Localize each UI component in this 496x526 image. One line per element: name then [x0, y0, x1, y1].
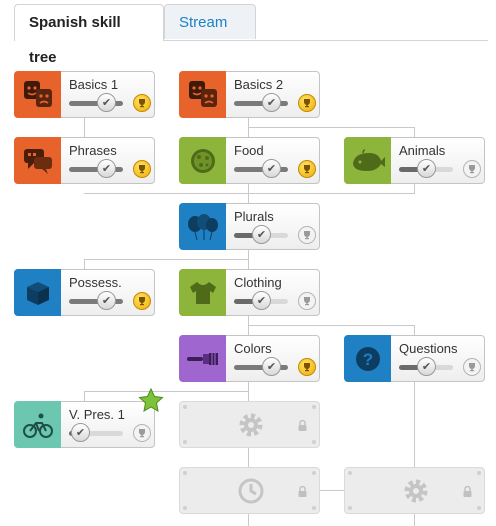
- checkmark-icon: ✔: [262, 159, 281, 178]
- gear-icon: [404, 479, 428, 503]
- comedy-tragedy-masks-icon: [179, 71, 226, 118]
- skill-basics-1[interactable]: Basics 1 ✔: [14, 71, 155, 118]
- locked-skill[interactable]: [344, 467, 485, 514]
- lock-icon: [298, 420, 307, 431]
- skill-plurals[interactable]: Plurals ✔: [179, 203, 320, 250]
- checkmark-icon: ✔: [252, 225, 271, 244]
- skill-basics-2[interactable]: Basics 2 ✔: [179, 71, 320, 118]
- skill-label: Questions: [399, 341, 458, 356]
- pizza-icon: [179, 137, 226, 184]
- skill-label: Possess.: [69, 275, 122, 290]
- checkmark-icon: ✔: [262, 93, 281, 112]
- checkmark-icon: ✔: [97, 291, 116, 310]
- skill-label: Basics 1: [69, 77, 119, 92]
- skill-v-pres-1[interactable]: V. Pres. 1 ✔: [14, 401, 155, 448]
- skill-label: V. Pres. 1: [69, 407, 125, 422]
- trophy-icon: [298, 358, 316, 376]
- checkmark-icon: ✔: [262, 357, 281, 376]
- locked-skill[interactable]: [179, 467, 320, 514]
- cyclist-icon: [14, 401, 61, 448]
- tab-spanish-skill-tree[interactable]: Spanish skill tree: [14, 4, 164, 66]
- paintbrush-icon: [179, 335, 226, 382]
- comedy-tragedy-masks-icon: [14, 71, 61, 118]
- trophy-icon: [298, 292, 316, 310]
- speech-bubbles-icon: [14, 137, 61, 184]
- skill-label: Clothing: [234, 275, 282, 290]
- checkmark-icon: ✔: [97, 93, 116, 112]
- skill-questions[interactable]: ? Questions ✔: [344, 335, 485, 382]
- checkmark-icon: ✔: [97, 159, 116, 178]
- skill-colors[interactable]: Colors ✔: [179, 335, 320, 382]
- skill-label: Colors: [234, 341, 272, 356]
- locked-skill[interactable]: [179, 401, 320, 448]
- shirt-icon: [179, 269, 226, 316]
- whale-icon: [344, 137, 391, 184]
- trophy-icon: [298, 160, 316, 178]
- question-mark-icon: ?: [344, 335, 391, 382]
- skill-label: Phrases: [69, 143, 117, 158]
- skill-label: Plurals: [234, 209, 274, 224]
- skill-label: Animals: [399, 143, 446, 158]
- clock-icon: [238, 478, 264, 504]
- svg-text:?: ?: [362, 350, 372, 369]
- box-icon: [14, 269, 61, 316]
- gear-icon: [239, 413, 263, 437]
- trophy-icon: [298, 94, 316, 112]
- skill-label: Basics 2: [234, 77, 284, 92]
- trophy-icon: [133, 424, 151, 442]
- trophy-icon: [133, 160, 151, 178]
- trophy-icon: [298, 226, 316, 244]
- checkmark-icon: ✔: [252, 291, 271, 310]
- trophy-icon: [463, 160, 481, 178]
- checkmark-icon: ✔: [417, 357, 436, 376]
- lock-icon: [463, 486, 472, 497]
- star-icon: [138, 388, 164, 412]
- tab-stream[interactable]: Stream: [164, 4, 256, 39]
- trophy-icon: [133, 292, 151, 310]
- trophy-icon: [463, 358, 481, 376]
- skill-label: Food: [234, 143, 264, 158]
- checkmark-icon: ✔: [417, 159, 436, 178]
- skill-animals[interactable]: Animals ✔: [344, 137, 485, 184]
- balloons-icon: [179, 203, 226, 250]
- lock-icon: [298, 486, 307, 497]
- skill-clothing[interactable]: Clothing ✔: [179, 269, 320, 316]
- checkmark-icon: ✔: [71, 423, 90, 442]
- skill-phrases[interactable]: Phrases ✔: [14, 137, 155, 184]
- trophy-icon: [133, 94, 151, 112]
- skill-food[interactable]: Food ✔: [179, 137, 320, 184]
- skill-possessives[interactable]: Possess. ✔: [14, 269, 155, 316]
